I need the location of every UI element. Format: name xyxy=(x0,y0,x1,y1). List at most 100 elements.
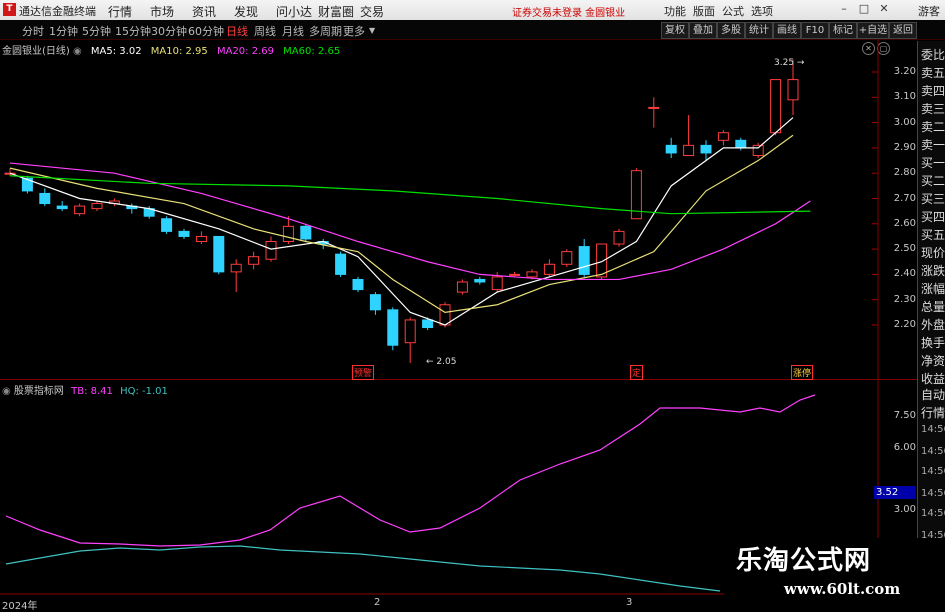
period-15min[interactable]: 15分钟 xyxy=(115,23,151,39)
annotation-limit-up[interactable]: 涨停 xyxy=(791,365,814,380)
title-bar: T 通达信金融终端 行情 市场 资讯 发现 问小达 财富圈 交易 证券交易未登录… xyxy=(0,0,945,21)
menu-item-wealth[interactable]: 财富圈 xyxy=(318,3,360,20)
side-panel-label[interactable]: 外盘 xyxy=(921,316,945,333)
side-panel-label[interactable]: 总量 xyxy=(921,298,945,315)
side-panel-label[interactable]: 卖四 xyxy=(921,82,945,99)
multi-stock-button[interactable]: 多股 xyxy=(717,22,745,39)
low-price-label: ← 2.05 xyxy=(426,357,457,367)
price-axis-label: 2.90 xyxy=(893,141,916,153)
price-axis-label: 2.50 xyxy=(893,243,916,255)
side-panel-label[interactable]: 14:56 xyxy=(921,446,945,457)
candle-body xyxy=(665,144,677,154)
app-logo-icon: T xyxy=(3,3,16,16)
overlay-button[interactable]: 叠加 xyxy=(689,22,717,39)
close-icon[interactable]: ✕ xyxy=(877,2,891,16)
candle-body xyxy=(352,278,364,291)
side-panel-label[interactable]: 14:56 xyxy=(921,466,945,477)
watermark-url: www.60lt.com xyxy=(784,580,901,598)
f10-button[interactable]: F10 xyxy=(801,22,829,39)
annotation-alert[interactable]: 预警 xyxy=(352,365,375,380)
side-panel-label[interactable]: 买一 xyxy=(921,154,945,171)
side-panel-label[interactable]: 涨幅 xyxy=(921,280,945,297)
menu-item-market[interactable]: 市场 xyxy=(150,3,192,20)
candle-body xyxy=(404,319,416,344)
menu-item-options[interactable]: 选项 xyxy=(751,3,780,19)
period-toolbar: 分时 1分钟 5分钟 15分钟 30分钟 60分钟 日线 周线 月线 多周期 更… xyxy=(0,20,945,40)
side-panel-label[interactable]: 14:56 xyxy=(921,508,945,519)
side-panel-label[interactable]: 现价 xyxy=(921,244,945,261)
candle-body xyxy=(596,243,608,278)
price-axis-label: 2.60 xyxy=(893,217,916,229)
side-panel-label[interactable]: 14:56 xyxy=(921,424,945,435)
side-panel-label[interactable]: 买四 xyxy=(921,208,945,225)
restore-rights-button[interactable]: 复权 xyxy=(661,22,689,39)
candle-body xyxy=(74,205,86,215)
menu-item-ask[interactable]: 问小达 xyxy=(276,3,318,20)
candle-body xyxy=(39,192,51,205)
candle-body xyxy=(683,144,695,156)
chevron-down-icon[interactable]: ▼ xyxy=(369,26,375,35)
period-30min[interactable]: 30分钟 xyxy=(151,23,187,39)
minimize-icon[interactable]: – xyxy=(837,2,851,16)
side-panel-label[interactable]: 净资 xyxy=(921,352,945,369)
period-daily[interactable]: 日线 xyxy=(226,23,248,39)
price-axis-label: 3.10 xyxy=(893,91,916,103)
ma10-line xyxy=(9,134,794,313)
indicator-axis-label: 3.00 xyxy=(893,504,916,515)
mark-button[interactable]: 标记 xyxy=(829,22,857,39)
period-1min[interactable]: 1分钟 xyxy=(49,23,78,39)
guest-label[interactable]: 游客 xyxy=(918,3,940,19)
side-panel-label[interactable]: 换手 xyxy=(921,334,945,351)
add-favorite-button[interactable]: +自选 xyxy=(857,22,889,39)
side-panel-label[interactable]: 买五 xyxy=(921,226,945,243)
candle-body xyxy=(770,79,782,134)
statistics-button[interactable]: 统计 xyxy=(745,22,773,39)
candle-body xyxy=(648,106,660,109)
hq-line xyxy=(5,545,721,592)
candle-body xyxy=(717,132,729,141)
side-panel-label[interactable]: 委比 xyxy=(921,46,945,63)
menu-item-trade[interactable]: 交易 xyxy=(360,3,402,20)
side-panel-label[interactable]: 自动 xyxy=(921,386,945,403)
side-panel-label[interactable]: 涨跌 xyxy=(921,262,945,279)
candle-body xyxy=(282,225,294,243)
candle-body xyxy=(387,309,399,346)
maximize-icon[interactable]: □ xyxy=(857,2,871,16)
menu-item-quotes[interactable]: 行情 xyxy=(108,3,150,20)
menu-item-function[interactable]: 功能 xyxy=(664,3,693,19)
side-panel-label[interactable]: 卖三 xyxy=(921,100,945,117)
side-panel-label[interactable]: 收益 xyxy=(921,370,945,387)
app-title: 通达信金融终端 xyxy=(19,5,96,18)
side-panel-label[interactable]: 行情 xyxy=(921,404,945,421)
broker-login-status[interactable]: 证券交易未登录 金圆银业 xyxy=(512,4,625,19)
candle-body xyxy=(509,273,521,276)
tb-line xyxy=(5,394,816,547)
candlestick-chart[interactable] xyxy=(0,40,917,380)
candle-body xyxy=(248,256,260,265)
annotation-fixed[interactable]: 定 xyxy=(630,365,644,380)
candle-body xyxy=(195,235,207,243)
period-monthly[interactable]: 月线 xyxy=(282,23,304,39)
side-panel-label[interactable]: 卖五 xyxy=(921,64,945,81)
side-panel-label[interactable]: 卖一 xyxy=(921,136,945,153)
period-5min[interactable]: 5分钟 xyxy=(82,23,111,39)
quote-side-panel: 委比 卖五 卖四 卖三 卖二 卖一 买一 买二 买三 买四 买五 现价 涨跌 涨幅 总量 外盘 换手 净资 收益 自动… xyxy=(917,41,945,609)
side-panel-label[interactable]: 14:56 xyxy=(921,488,945,499)
candle-body xyxy=(787,79,799,101)
menu-item-layout[interactable]: 版面 xyxy=(693,3,722,19)
back-button[interactable]: 返回 xyxy=(889,22,917,39)
menu-item-news[interactable]: 资讯 xyxy=(192,3,234,20)
side-panel-label[interactable]: 买三 xyxy=(921,190,945,207)
menu-item-discover[interactable]: 发现 xyxy=(234,3,276,20)
period-intraday[interactable]: 分时 xyxy=(22,23,44,39)
date-label: 2024年 xyxy=(2,601,38,612)
period-60min[interactable]: 60分钟 xyxy=(188,23,224,39)
draw-line-button[interactable]: 画线 xyxy=(773,22,801,39)
side-panel-label[interactable]: 买二 xyxy=(921,172,945,189)
period-multi[interactable]: 多周期 xyxy=(309,23,342,39)
period-weekly[interactable]: 周线 xyxy=(254,23,276,39)
candle-body xyxy=(474,278,486,283)
period-more[interactable]: 更多 xyxy=(343,23,365,39)
side-panel-label[interactable]: 卖二 xyxy=(921,118,945,135)
menu-item-formula[interactable]: 公式 xyxy=(722,3,751,19)
